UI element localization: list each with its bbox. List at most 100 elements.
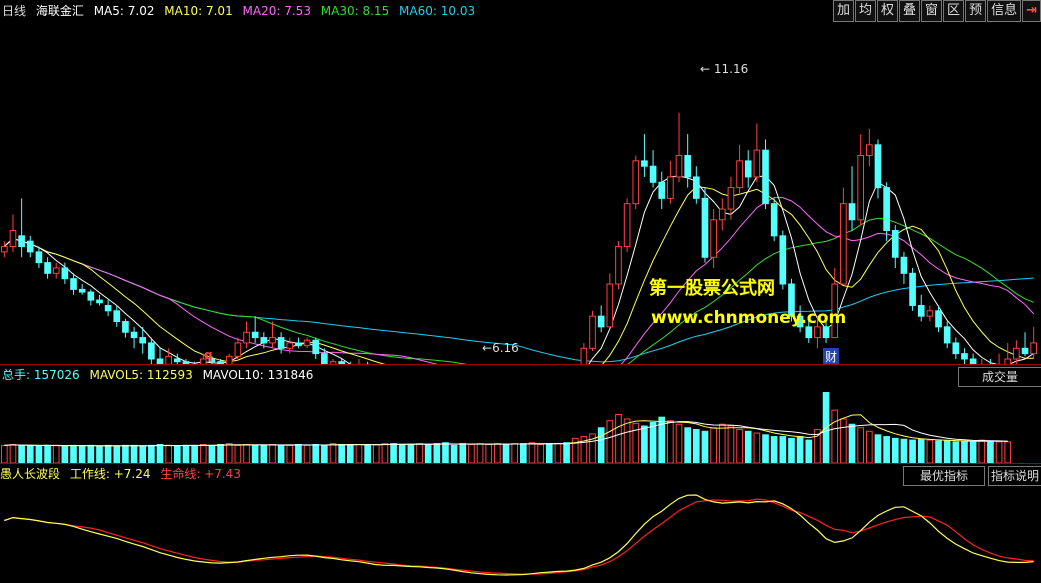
volume-bar	[874, 434, 882, 463]
volume-bar	[251, 444, 259, 463]
indicator-panel[interactable]: 愚人长波段 工作线: +7.24 生命线: +7.43 最优指标 指标说明	[0, 465, 1041, 583]
watermark-line1: 第一股票公式网	[649, 278, 775, 299]
volume-bar	[35, 445, 43, 463]
candle-body	[866, 144, 873, 157]
total-volume: 总手: 157026	[2, 368, 80, 382]
volume-bar	[347, 444, 354, 463]
volume-bar	[61, 445, 69, 463]
volume-bar	[148, 444, 155, 463]
pin-icon[interactable]: ⇥	[1022, 0, 1041, 22]
volume-bar	[995, 441, 1003, 463]
volume-panel[interactable]: 总手: 157026 MAVOL5: 112593 MAVOL10: 13184…	[0, 365, 1041, 463]
ma10-value: MA10: 7.01	[164, 4, 233, 18]
volume-bar	[961, 440, 968, 463]
candle-body	[174, 358, 181, 363]
volume-bar	[805, 439, 813, 463]
candle-body	[658, 181, 666, 199]
volume-bar	[770, 436, 778, 463]
volume-bar	[883, 436, 890, 463]
ma60-line	[3, 237, 1034, 363]
candle-body	[52, 267, 60, 274]
range-button[interactable]: 区	[943, 0, 965, 22]
candle-body	[321, 353, 328, 364]
volume-bar	[312, 444, 320, 463]
candle-body	[61, 267, 69, 280]
volume-bar	[468, 444, 475, 463]
info-button[interactable]: 信息	[987, 0, 1022, 22]
volume-bar	[424, 444, 432, 463]
volume-bar	[433, 443, 441, 463]
volume-bar	[321, 444, 328, 463]
finance-marker[interactable]: 财	[823, 348, 840, 365]
price-chart-panel[interactable]: 日线 海联金汇 MA5: 7.02 MA10: 7.01 MA20: 7.53 …	[0, 0, 1041, 365]
candle-body	[727, 187, 735, 210]
volume-bar	[762, 434, 769, 463]
candle-body	[857, 155, 864, 221]
watermark-line2: www.chnmoney.com	[651, 308, 847, 328]
life-line-value: 生命线: +7.43	[160, 467, 241, 481]
candle-body	[779, 235, 787, 285]
volume-bar	[1, 444, 8, 463]
candle-body	[251, 331, 259, 339]
forecast-button[interactable]: 预	[965, 0, 987, 22]
volume-bar	[494, 443, 501, 463]
volume-bar	[520, 443, 527, 463]
panel-divider-2	[0, 463, 1041, 464]
volume-bar	[537, 444, 544, 463]
volume-bar	[502, 444, 510, 463]
volume-bar	[831, 409, 839, 463]
volume-bar	[269, 444, 276, 463]
candle-body	[848, 203, 856, 221]
volume-bar	[649, 421, 657, 463]
candle-body	[935, 310, 942, 328]
volume-bar	[18, 444, 25, 463]
volume-bar	[485, 444, 493, 463]
volume-bar	[113, 445, 121, 463]
volume-bar	[208, 444, 216, 463]
volume-bar	[243, 444, 250, 463]
candlestick-chart[interactable]	[0, 22, 1041, 364]
indicator-chart[interactable]	[0, 483, 1041, 583]
volume-bar	[900, 438, 908, 463]
volume-bar	[364, 444, 371, 463]
volume-bar	[969, 441, 977, 463]
volume-bar	[545, 443, 553, 463]
candle-body	[44, 262, 51, 274]
volume-bar	[156, 444, 164, 463]
candle-body	[139, 337, 147, 344]
volume-bar	[416, 443, 423, 463]
candle-body	[87, 291, 95, 301]
volume-bar	[372, 444, 380, 463]
low-arrow-icon: ←	[482, 341, 493, 355]
candle-body	[277, 337, 285, 349]
q-marker[interactable]: q	[204, 348, 213, 362]
volume-button[interactable]: 成交量	[958, 367, 1041, 387]
volume-bar	[866, 430, 873, 463]
volume-bar	[952, 441, 960, 463]
volume-bar	[667, 420, 674, 463]
ma5-value: MA5: 7.02	[93, 4, 155, 18]
candle-body	[243, 331, 250, 344]
candle-body	[814, 326, 821, 339]
rights-button[interactable]: 权	[877, 0, 899, 22]
volume-bar	[26, 444, 34, 463]
candle-body	[736, 160, 743, 189]
mavol5-line	[4, 414, 1008, 447]
volume-bar	[450, 444, 458, 463]
candle-body	[234, 342, 242, 357]
candle-body	[632, 160, 640, 205]
volume-chart[interactable]	[0, 385, 1041, 463]
window-button[interactable]: 窗	[921, 0, 943, 22]
candle-body	[753, 149, 761, 178]
volume-bar	[909, 439, 916, 463]
add-button[interactable]: 加	[832, 0, 854, 22]
volume-bar	[78, 445, 86, 463]
average-button[interactable]: 均	[854, 0, 876, 22]
period-label[interactable]: 日线	[2, 4, 26, 18]
volume-bar	[174, 445, 181, 463]
candle-body	[295, 342, 302, 347]
candle-body	[130, 331, 138, 339]
overlay-button[interactable]: 叠	[899, 0, 921, 22]
candle-body	[744, 160, 752, 178]
candle-body	[961, 353, 968, 360]
